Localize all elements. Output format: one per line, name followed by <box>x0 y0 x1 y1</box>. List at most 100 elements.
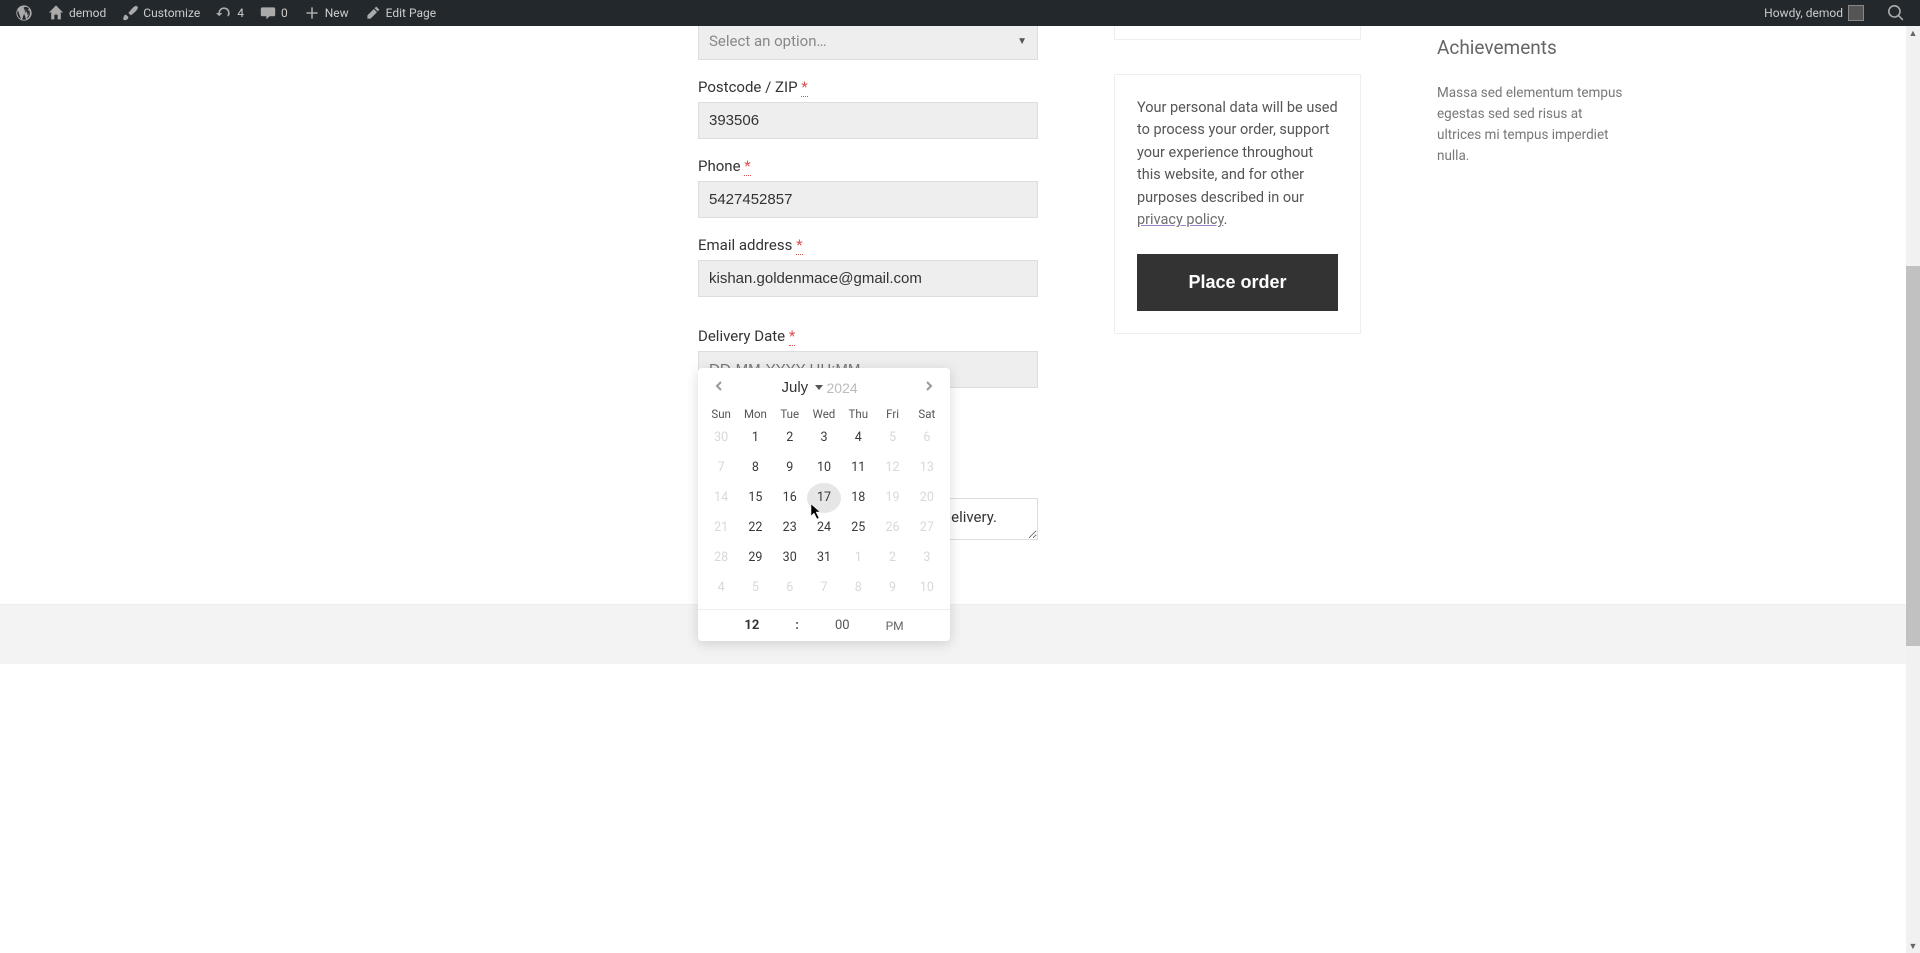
my-account[interactable]: Howdy, demod <box>1756 0 1872 26</box>
calendar-day: 28 <box>704 543 738 573</box>
calendar-day[interactable]: 29 <box>738 543 772 573</box>
postcode-input[interactable] <box>698 102 1038 139</box>
privacy-text-after: . <box>1224 211 1228 228</box>
phone-label: Phone * <box>698 157 1038 175</box>
calendar-day: 5 <box>738 573 772 603</box>
calendar-day[interactable]: 15 <box>738 483 772 513</box>
comments-link[interactable]: 0 <box>252 0 296 26</box>
phone-input[interactable] <box>698 181 1038 218</box>
new-link[interactable]: New <box>296 0 357 26</box>
site-name-label: demod <box>69 6 106 20</box>
plus-icon <box>304 5 320 21</box>
month-select[interactable]: July <box>782 379 823 396</box>
calendar-day[interactable]: 16 <box>773 483 807 513</box>
calendar-day: 30 <box>704 423 738 453</box>
chevron-down-icon: ▼ <box>1017 36 1027 47</box>
calendar-day[interactable]: 18 <box>841 483 875 513</box>
calendar-day: 2 <box>875 543 909 573</box>
calendar-day: 12 <box>875 453 909 483</box>
updates-link[interactable]: 4 <box>208 0 252 26</box>
calendar-day[interactable]: 3 <box>807 423 841 453</box>
weekday-label: Wed <box>807 407 841 421</box>
calendar-day: 19 <box>875 483 909 513</box>
calendar-day[interactable]: 30 <box>773 543 807 573</box>
comment-icon <box>260 5 276 21</box>
weekday-row: SunMonTueWedThuFriSat <box>698 403 950 423</box>
calendar-day[interactable]: 24 <box>807 513 841 543</box>
calendar-grid: 3012345678910111213141516171819202122232… <box>698 423 950 609</box>
calendar-day: 13 <box>910 453 944 483</box>
sidebar-widget: Achievements Massa sed elementum tempus … <box>1437 26 1627 167</box>
calendar-day: 27 <box>910 513 944 543</box>
calendar-day: 21 <box>704 513 738 543</box>
wordpress-icon <box>16 5 32 21</box>
privacy-policy-link[interactable]: privacy policy <box>1137 211 1224 228</box>
wp-logo[interactable] <box>8 0 40 26</box>
email-input[interactable] <box>698 260 1038 297</box>
calendar-day: 14 <box>704 483 738 513</box>
site-name[interactable]: demod <box>40 0 114 26</box>
calendar-day[interactable]: 4 <box>841 423 875 453</box>
order-summary-bottom <box>1114 26 1361 40</box>
calendar-day[interactable]: 31 <box>807 543 841 573</box>
edit-page-label: Edit Page <box>386 6 436 20</box>
home-icon <box>48 5 64 21</box>
privacy-notice: Your personal data will be used to proce… <box>1114 74 1361 334</box>
widget-text: Massa sed elementum tempus egestas sed s… <box>1437 83 1627 167</box>
datepicker: July SunMonTueWedThuFriSat 3012345678910… <box>698 368 950 641</box>
customize-link[interactable]: Customize <box>114 0 208 26</box>
scroll-down-arrow[interactable]: ▼ <box>1906 939 1920 953</box>
calendar-day: 3 <box>910 543 944 573</box>
weekday-label: Fri <box>875 407 909 421</box>
calendar-day[interactable]: 1 <box>738 423 772 453</box>
prev-month-button[interactable] <box>708 374 730 401</box>
customize-label: Customize <box>143 6 200 20</box>
ampm-toggle[interactable]: PM <box>886 619 904 633</box>
calendar-day[interactable]: 8 <box>738 453 772 483</box>
wp-admin-bar: demod Customize 4 0 New <box>0 0 1920 26</box>
calendar-day[interactable]: 25 <box>841 513 875 543</box>
time-colon: : <box>795 618 799 633</box>
calendar-day: 10 <box>910 573 944 603</box>
calendar-day[interactable]: 11 <box>841 453 875 483</box>
comments-count: 0 <box>281 6 288 20</box>
calendar-day[interactable]: 10 <box>807 453 841 483</box>
avatar <box>1848 5 1864 21</box>
new-label: New <box>325 6 349 20</box>
next-month-button[interactable] <box>918 374 940 401</box>
calendar-day: 5 <box>875 423 909 453</box>
search-toggle[interactable] <box>1880 0 1912 26</box>
weekday-label: Tue <box>773 407 807 421</box>
weekday-label: Sat <box>910 407 944 421</box>
calendar-day: 8 <box>841 573 875 603</box>
calendar-day: 4 <box>704 573 738 603</box>
edit-page-link[interactable]: Edit Page <box>357 0 444 26</box>
weekday-label: Sun <box>704 407 738 421</box>
minute-value[interactable]: 00 <box>835 618 850 633</box>
privacy-text-before: Your personal data will be used to proce… <box>1137 99 1338 206</box>
scrollbar[interactable]: ▲ ▼ <box>1906 26 1920 953</box>
calendar-day: 6 <box>910 423 944 453</box>
hour-value[interactable]: 12 <box>744 618 759 633</box>
calendar-day: 7 <box>704 453 738 483</box>
calendar-day: 6 <box>773 573 807 603</box>
scroll-up-arrow[interactable]: ▲ <box>1906 26 1920 40</box>
page-footer <box>0 604 1920 664</box>
calendar-day[interactable]: 22 <box>738 513 772 543</box>
place-order-button[interactable]: Place order <box>1137 254 1338 311</box>
calendar-day[interactable]: 23 <box>773 513 807 543</box>
calendar-day[interactable]: 2 <box>773 423 807 453</box>
update-icon <box>216 5 232 21</box>
scroll-thumb[interactable] <box>1906 266 1920 646</box>
state-select[interactable]: Select an option… ▼ <box>698 22 1038 60</box>
calendar-day: 1 <box>841 543 875 573</box>
year-input[interactable] <box>827 380 867 396</box>
widget-title: Achievements <box>1437 36 1627 59</box>
delivery-date-label: Delivery Date * <box>698 327 1038 345</box>
postcode-label: Postcode / ZIP * <box>698 78 1038 96</box>
calendar-day[interactable]: 17 <box>807 483 841 513</box>
time-picker[interactable]: 12 : 00 PM <box>698 609 950 641</box>
email-label: Email address * <box>698 236 1038 254</box>
weekday-label: Thu <box>841 407 875 421</box>
calendar-day[interactable]: 9 <box>773 453 807 483</box>
